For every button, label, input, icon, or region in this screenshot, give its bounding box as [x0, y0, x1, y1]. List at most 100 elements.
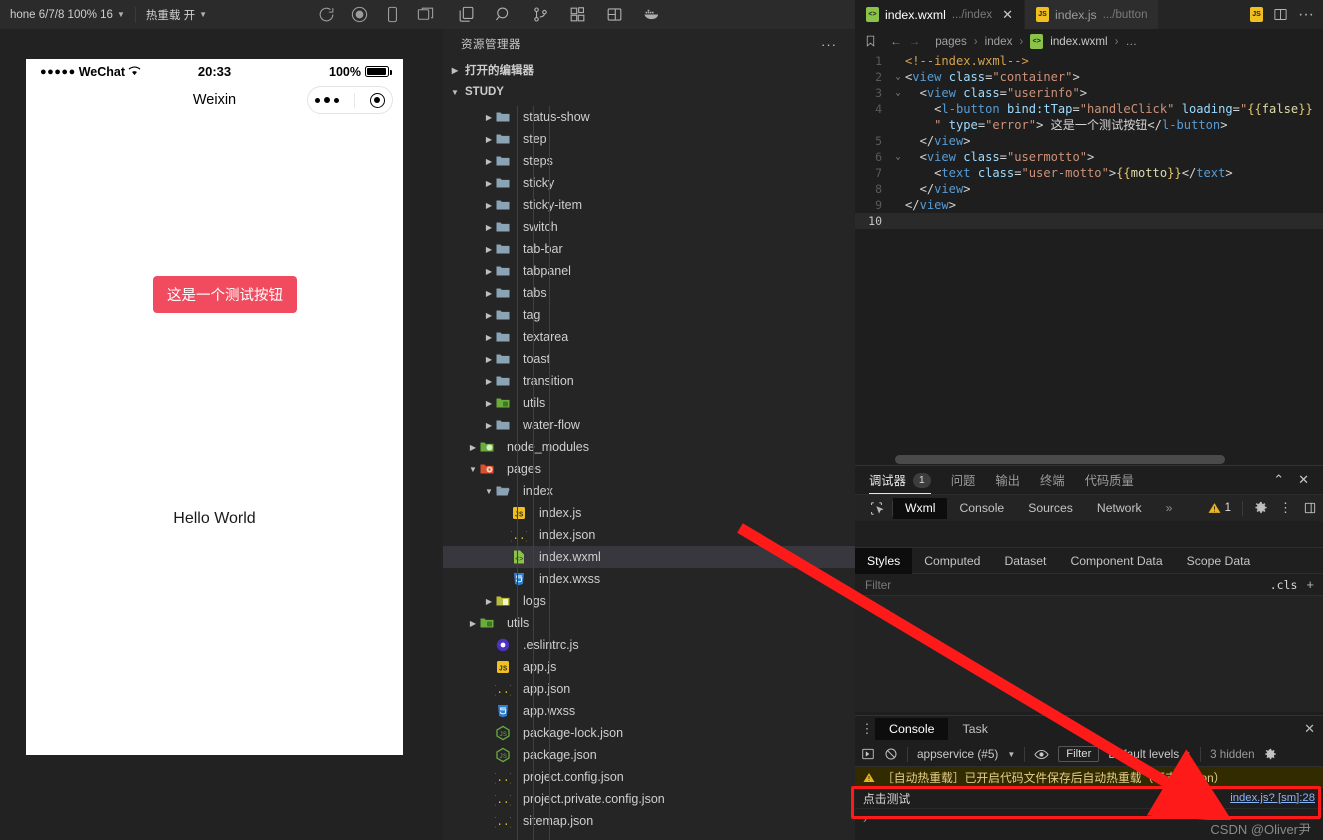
chevron-right-icon[interactable]: ▶: [483, 179, 495, 188]
chevron-right-icon[interactable]: ▶: [483, 377, 495, 386]
styles-tab-computed[interactable]: Computed: [912, 548, 992, 574]
code-line[interactable]: 6 ⌄ <view class="usermotto">: [855, 149, 1323, 165]
styles-filter-input[interactable]: Filter: [855, 578, 1261, 592]
add-style-rule-button[interactable]: +: [1306, 577, 1323, 592]
tree-folder-water-flow[interactable]: ▶ water-flow: [443, 414, 855, 436]
panel-tab-output[interactable]: 输出: [995, 466, 1020, 494]
chevron-right-icon[interactable]: ▶: [483, 113, 495, 122]
chevron-right-icon[interactable]: ▶: [483, 311, 495, 320]
tree-folder-transition[interactable]: ▶transition: [443, 370, 855, 392]
inspector-tab-sources[interactable]: Sources: [1016, 498, 1085, 519]
console-levels-selector[interactable]: Default levels ▼: [1108, 747, 1191, 761]
explorer-more-icon[interactable]: ···: [821, 37, 837, 52]
tree-folder-node-modules[interactable]: ▶ node_modules: [443, 436, 855, 458]
tree-folder-textarea[interactable]: ▶ textarea: [443, 326, 855, 348]
chevron-right-icon[interactable]: ▶: [483, 267, 495, 276]
editor-horizontal-scrollbar[interactable]: [855, 455, 1323, 465]
record-icon[interactable]: [350, 5, 369, 24]
code-line[interactable]: 8 </view>: [855, 181, 1323, 197]
styles-tab-scope-data[interactable]: Scope Data: [1175, 548, 1263, 574]
tree-file--eslintrc-js[interactable]: .eslintrc.js: [443, 634, 855, 656]
inspector-tab-network[interactable]: Network: [1085, 498, 1154, 519]
console-message-warning[interactable]: ［自动热重载］已开启代码文件保存后自动热重载（不支持 json）: [855, 767, 1323, 788]
window-icon[interactable]: [416, 5, 435, 24]
chevron-down-icon[interactable]: ▼: [467, 465, 479, 474]
styles-tab-dataset[interactable]: Dataset: [992, 548, 1058, 574]
fold-toggle-icon[interactable]: ⌄: [891, 85, 905, 101]
gear-icon[interactable]: [1264, 748, 1277, 761]
bookmark-icon[interactable]: [864, 34, 877, 48]
tree-folder-utils[interactable]: ▶ utils: [443, 392, 855, 414]
tree-folder-tab-bar[interactable]: ▶ tab-bar: [443, 238, 855, 260]
copy-icon[interactable]: [457, 5, 476, 24]
chevron-right-icon[interactable]: ▶: [483, 399, 495, 408]
tree-file-index-js[interactable]: JS index.js: [443, 502, 855, 524]
cls-button[interactable]: .cls: [1261, 578, 1307, 592]
tree-file-project-private-config-json[interactable]: {..} project.private.config.json: [443, 788, 855, 810]
breadcrumb-part-index[interactable]: index: [985, 35, 1013, 48]
panel-tab-debugger[interactable]: 调试器 1: [869, 466, 931, 494]
console-log-source-link[interactable]: index.js? [sm]:28: [1230, 792, 1315, 804]
code-line[interactable]: " type="error"> 这是一个测试按钮</l-button>: [855, 117, 1323, 133]
tree-folder-switch[interactable]: ▶ switch: [443, 216, 855, 238]
tree-folder-tag[interactable]: ▶ tag: [443, 304, 855, 326]
nav-forward-icon[interactable]: →: [909, 35, 921, 48]
breadcrumb-part-file[interactable]: index.wxml: [1050, 35, 1107, 48]
kebab-icon[interactable]: ⋮: [1279, 500, 1292, 516]
gear-icon[interactable]: [1254, 501, 1268, 515]
tab-index-js[interactable]: JS index.js .../button: [1025, 0, 1160, 29]
phone-preview[interactable]: ●●●●● WeChat 20:33 100% Weixin 这是一个测试按钮 …: [26, 59, 403, 755]
chevron-right-icon[interactable]: ▶: [467, 619, 479, 628]
chevron-right-icon[interactable]: ▶: [483, 245, 495, 254]
execute-icon[interactable]: [861, 747, 875, 761]
code-content[interactable]: 1 <!--index.wxml--> 2 ⌄ <view class="contain…: [855, 53, 1323, 465]
chevron-right-icon[interactable]: ▶: [483, 135, 495, 144]
chevron-right-icon[interactable]: ▶: [483, 421, 495, 430]
tree-folder-pages[interactable]: ▼ pages: [443, 458, 855, 480]
panel-tab-code-quality[interactable]: 代码质量: [1085, 466, 1134, 494]
tree-folder-sticky[interactable]: ▶ sticky: [443, 172, 855, 194]
chevron-right-icon[interactable]: ▶: [483, 355, 495, 364]
inspector-tab-console[interactable]: Console: [947, 498, 1016, 519]
tree-folder-index[interactable]: ▼ index: [443, 480, 855, 502]
code-line[interactable]: 4 <l-button bind:tTap="handleClick" load…: [855, 101, 1323, 117]
section-workspace[interactable]: ▼ STUDY: [443, 81, 855, 103]
tree-folder-tabpanel[interactable]: ▶ tabpanel: [443, 260, 855, 282]
tree-file-app-wxss[interactable]: app.wxss: [443, 700, 855, 722]
console-filter-button[interactable]: Filter: [1058, 746, 1100, 762]
chevron-down-icon[interactable]: ▼: [483, 487, 495, 496]
tree-file-index-json[interactable]: {..} index.json: [443, 524, 855, 546]
chevron-right-icon[interactable]: ▶: [483, 157, 495, 166]
chevron-right-icon[interactable]: ▶: [483, 289, 495, 298]
tree-folder-steps[interactable]: ▶ steps: [443, 150, 855, 172]
device-selector[interactable]: hone 6/7/8 100% 16 ▼: [0, 0, 135, 29]
tree-folder-tabs[interactable]: ▶ tabs: [443, 282, 855, 304]
chevron-up-icon[interactable]: ⌃: [1273, 472, 1284, 488]
code-line[interactable]: 7 <text class="user-motto">{{motto}}</te…: [855, 165, 1323, 181]
capsule-menu[interactable]: [307, 86, 393, 114]
chevron-right-icon[interactable]: ▶: [467, 443, 479, 452]
drawer-tab-task[interactable]: Task: [948, 718, 1001, 740]
phone-icon[interactable]: [383, 5, 402, 24]
fold-toggle-icon[interactable]: ⌄: [891, 69, 905, 85]
tree-file-package-lock-json[interactable]: JS package-lock.json: [443, 722, 855, 744]
refresh-icon[interactable]: [317, 5, 336, 24]
chevron-right-icon[interactable]: ▶: [483, 223, 495, 232]
tab-index-wxml[interactable]: <> index.wxml .../index ✕: [855, 0, 1026, 29]
breadcrumb-part-pages[interactable]: pages: [927, 35, 967, 48]
tree-folder-utils[interactable]: ▶ utils: [443, 612, 855, 634]
chevron-down-icon[interactable]: ▼: [1007, 750, 1015, 759]
styles-tab-component-data[interactable]: Component Data: [1058, 548, 1174, 574]
nav-back-icon[interactable]: ←: [884, 35, 902, 48]
tree-folder-logs[interactable]: ▶ logs: [443, 590, 855, 612]
tree-folder-status-show[interactable]: ▶ status-show: [443, 106, 855, 128]
tree-file-app-js[interactable]: JS app.js: [443, 656, 855, 678]
tree-file-project-config-json[interactable]: {..} project.config.json: [443, 766, 855, 788]
styles-tab-styles[interactable]: Styles: [855, 547, 913, 574]
inspector-tab-overflow[interactable]: »: [1154, 498, 1185, 519]
chevron-right-icon[interactable]: ▶: [483, 597, 495, 606]
chevron-right-icon[interactable]: ▶: [483, 333, 495, 342]
fold-toggle-icon[interactable]: ⌄: [891, 149, 905, 165]
code-line[interactable]: 2 ⌄ <view class="container">: [855, 69, 1323, 85]
code-line[interactable]: 9 </view>: [855, 197, 1323, 213]
